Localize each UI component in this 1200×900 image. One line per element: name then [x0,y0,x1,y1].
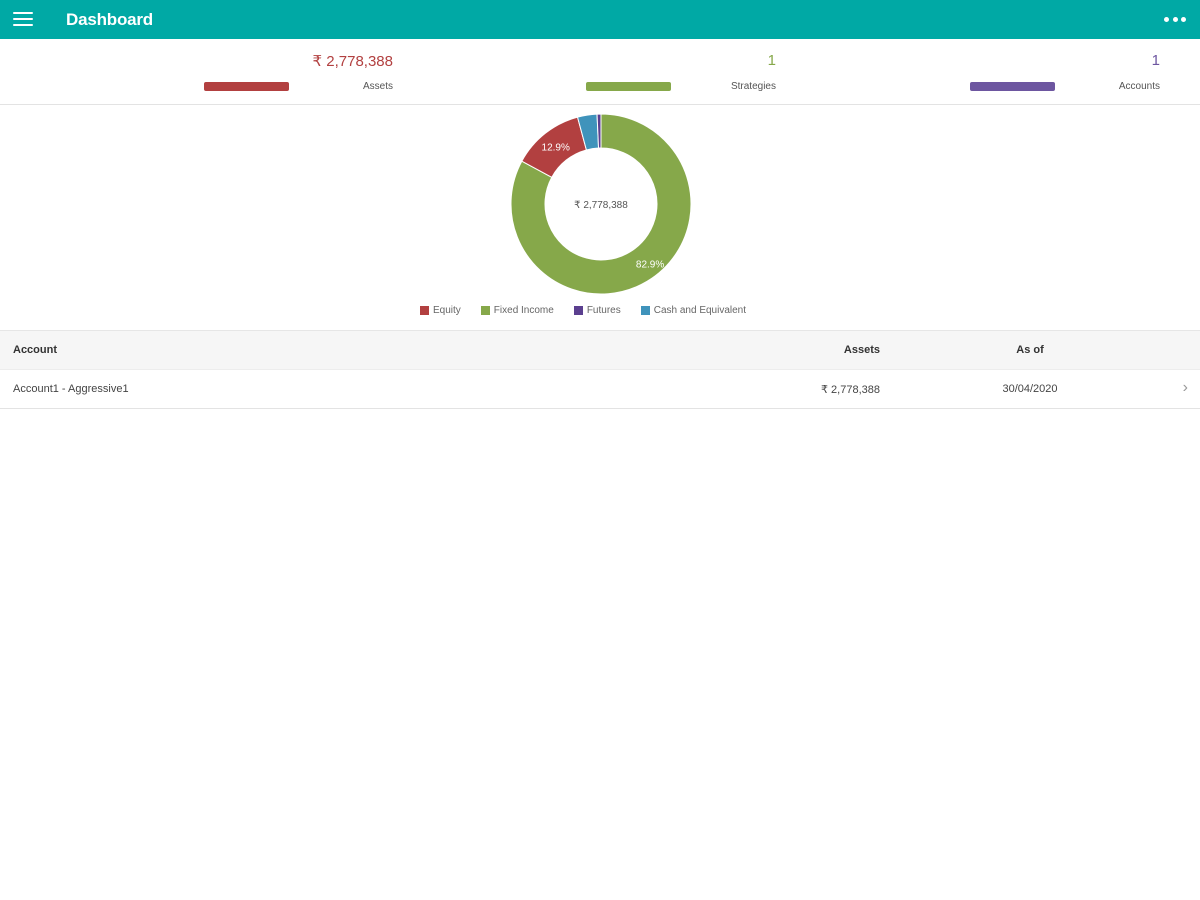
accounts-color-bar [970,82,1055,91]
table-row[interactable]: Account1 - Aggressive1 ₹ 2,778,388 30/04… [0,369,1200,409]
chart-legend: Equity Fixed Income Futures Cash and Equiva… [420,305,766,316]
legend-label: Equity [433,305,461,316]
allocation-chart-area: 82.9% 12.9% ₹ 2,778,388 Equity Fixed Incom… [0,105,1200,329]
legend-label: Futures [586,305,621,316]
legend-label: Cash and Equivalent [653,305,747,316]
allocation-donut-chart: 82.9% 12.9% ₹ 2,778,388 [510,113,692,295]
table-header: Account Assets As of [0,330,1200,369]
strategies-value: 1 [767,52,776,69]
accounts-table: Account Assets As of Account1 - Aggressi… [0,330,1200,409]
legend-swatch [420,306,429,315]
more-options-icon[interactable] [1164,17,1186,23]
row-as-of: 30/04/2020 [1002,383,1058,395]
legend-item-cash-and-equivalent: Cash and Equivalent [640,305,747,316]
legend-item-fixed-income: Fixed Income [480,305,554,316]
accounts-stat: 1 Accounts [970,39,1160,104]
legend-swatch [480,306,490,315]
header-as-of: As of [1016,344,1044,356]
assets-value: ₹ 2,778,388 [312,53,393,70]
strategies-label: Strategies [730,81,776,92]
strategies-color-bar [586,82,671,91]
accounts-value: 1 [1151,52,1160,69]
donut-label-fixed-income: 82.9% [636,259,664,270]
summary-strip: ₹ 2,778,388 Assets 1 Strategies 1 Accoun… [0,39,1200,105]
legend-label: Fixed Income [493,305,554,316]
row-assets: ₹ 2,778,388 [821,384,880,396]
donut-center-total: ₹ 2,778,388 [574,200,628,211]
legend-item-futures: Futures [573,305,621,316]
assets-color-bar [204,82,289,91]
header-account: Account [13,344,57,356]
strategies-stat: 1 Strategies [586,39,776,104]
app-bar: Dashboard [0,0,1200,39]
hamburger-menu-icon[interactable] [13,12,33,27]
assets-stat: ₹ 2,778,388 Assets [204,39,393,104]
row-account-name: Account1 - Aggressive1 [13,383,129,395]
legend-item-equity: Equity [420,305,461,316]
assets-label: Assets [362,81,393,92]
page-title: Dashboard [66,10,153,29]
header-assets: Assets [843,344,880,356]
chevron-right-icon[interactable]: › [1183,379,1188,397]
legend-swatch [640,306,650,315]
legend-swatch [573,306,583,315]
accounts-label: Accounts [1118,81,1160,92]
donut-label-equity: 12.9% [542,143,570,154]
